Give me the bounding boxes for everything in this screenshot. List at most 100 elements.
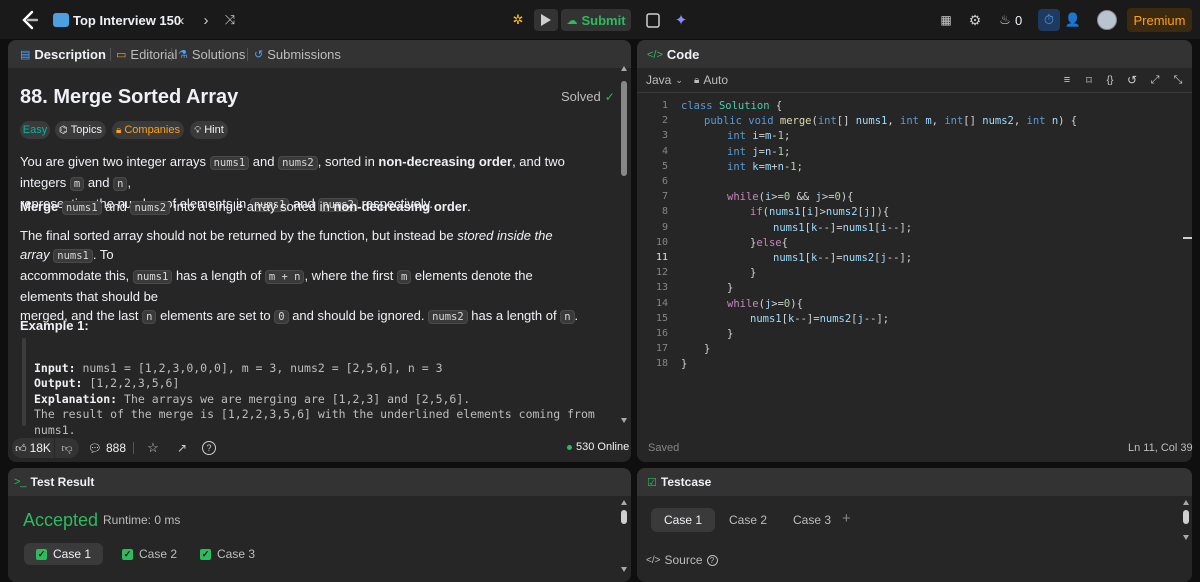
tab-solutions[interactable]: ⚗ Solutions (178, 47, 245, 62)
testcase-tab[interactable]: Case 3 (780, 508, 844, 532)
line-number: 12 (655, 267, 668, 279)
code-line[interactable]: } (704, 343, 710, 355)
problem-list-icon (53, 13, 69, 27)
comments-button[interactable]: 💬︎ 888 (88, 438, 126, 458)
code-line[interactable]: while(j>=0){ (727, 298, 803, 310)
testcase-tab[interactable]: Case 1 (651, 508, 716, 532)
debug-icon[interactable]: ✲ (507, 9, 529, 31)
expand-icon[interactable]: ⤡ (1171, 73, 1185, 87)
add-friend-icon[interactable]: 👤 (1064, 11, 1082, 29)
fullscreen-icon[interactable]: ⤢ (1148, 73, 1162, 87)
code-line[interactable]: } (750, 267, 756, 279)
avatar[interactable] (1097, 10, 1117, 30)
cursor-position: Ln 11, Col 39 (1128, 442, 1193, 454)
star-icon[interactable]: ☆ (145, 438, 161, 458)
code-line[interactable]: } (681, 358, 687, 370)
premium-button[interactable]: Premium (1127, 8, 1192, 32)
scroll-thumb[interactable] (1183, 510, 1189, 524)
description-scrollbar[interactable] (621, 66, 627, 423)
result-scrollbar[interactable] (621, 500, 627, 572)
code-line[interactable]: class Solution { (681, 100, 782, 112)
scroll-down-arrow[interactable] (621, 567, 627, 572)
code-line[interactable]: int j=n-1; (727, 146, 790, 158)
scroll-up-arrow[interactable] (621, 66, 627, 71)
tab-submissions[interactable]: ↺ Submissions (254, 47, 341, 62)
result-case-label: Case 3 (217, 547, 256, 561)
submit-button[interactable]: ☁ Submit (561, 9, 631, 31)
testcase-scrollbar[interactable] (1183, 500, 1189, 540)
tab-divider (171, 48, 172, 61)
scroll-up-arrow[interactable] (621, 500, 627, 505)
format-icon[interactable]: ≡ (1060, 73, 1074, 87)
code-line[interactable]: if(nums1[i]>nums2[j]){ (750, 206, 889, 218)
result-case-tab[interactable]: ✓ Case 3 (188, 543, 267, 565)
testcase-tab[interactable]: Case 2 (716, 508, 780, 532)
scroll-thumb[interactable] (621, 81, 627, 176)
leetcode-logo-icon[interactable] (20, 10, 40, 30)
ai-sparkle-icon[interactable]: ✦ (671, 10, 691, 30)
description-paragraph-2: Merge nums1 and nums2 into a single arra… (20, 199, 471, 215)
code-line[interactable]: nums1[k--]=nums2[j--]; (750, 313, 889, 325)
line-number: 17 (655, 343, 668, 355)
shuffle-icon[interactable]: ⤨ (222, 11, 238, 29)
difficulty-badge: Easy (20, 121, 50, 139)
scroll-down-arrow[interactable] (1183, 535, 1189, 540)
topics-button[interactable]: ⌬ Topics (55, 121, 106, 139)
add-case-button[interactable]: + (842, 510, 851, 527)
tag-icon: ⌬ (59, 124, 68, 136)
share-icon[interactable]: ↗ (174, 438, 190, 458)
test-result-tab[interactable]: >_ Test Result (14, 475, 94, 489)
line-number: 9 (661, 221, 668, 233)
check-circle-icon: ✓ (604, 89, 615, 104)
code-line[interactable]: public void merge(int[] nums1, int m, in… (704, 115, 1077, 127)
reset-icon[interactable]: ↺ (1125, 73, 1139, 87)
timer-icon[interactable]: ⏱ (1038, 9, 1060, 31)
mode-label: Auto (703, 73, 729, 87)
next-problem-icon[interactable]: › (199, 11, 213, 29)
prev-problem-icon[interactable]: ‹ (175, 11, 189, 29)
code-line[interactable]: } (727, 328, 733, 340)
code-line[interactable]: } (727, 282, 733, 294)
testcase-tab[interactable]: ☑ Testcase (647, 475, 711, 489)
result-case-tab[interactable]: ✓ Case 1 (24, 543, 104, 565)
hint-label: Hint (204, 124, 224, 136)
run-button[interactable] (534, 9, 558, 31)
code-line[interactable]: while(i>=0 && j>=0){ (727, 191, 854, 203)
code-toolbar-divider (637, 92, 1192, 93)
tab-description[interactable]: ▤ Description (20, 47, 106, 62)
hint-button[interactable]: 💡︎ Hint (190, 121, 228, 139)
layout-icon[interactable]: ▦ (937, 11, 955, 29)
autocomplete-mode[interactable]: 🔒︎ Auto (694, 73, 728, 87)
code-line[interactable]: nums1[k--]=nums1[i--]; (773, 222, 912, 234)
code-line[interactable]: }else{ (750, 237, 788, 249)
scroll-up-arrow[interactable] (1183, 500, 1189, 505)
help-icon[interactable]: ? (202, 441, 216, 455)
problem-list-title[interactable]: Top Interview 150 (73, 13, 181, 28)
like-button[interactable]: 👍︎ 18K (12, 438, 54, 458)
code-line[interactable]: int i=m-1; (727, 130, 790, 142)
notes-icon[interactable] (644, 10, 662, 30)
braces-icon[interactable]: {} (1102, 73, 1118, 87)
dislike-button[interactable]: 👎︎ (55, 438, 79, 458)
scroll-down-arrow[interactable] (621, 418, 627, 423)
source-toggle[interactable]: </> Source ? (646, 553, 718, 567)
streak-fire-icon[interactable]: ♨ (998, 11, 1012, 29)
description-icon: ▤ (20, 49, 31, 61)
bookmark-icon[interactable]: ⌑ (1082, 73, 1096, 87)
companies-button[interactable]: 🔒︎ Companies (112, 121, 184, 139)
result-case-tab[interactable]: ✓ Case 2 (110, 543, 189, 565)
line-number: 2 (661, 115, 668, 127)
code-scrollbar-mark (1183, 237, 1192, 239)
settings-gear-icon[interactable]: ⚙ (966, 11, 984, 29)
tab-editorial[interactable]: ▭ Editorial (116, 47, 177, 62)
example-title: Example 1: (20, 318, 89, 333)
history-icon: ↺ (254, 49, 264, 61)
scroll-thumb[interactable] (621, 510, 627, 524)
code-line[interactable]: nums1[k--]=nums2[j--]; (773, 252, 912, 264)
code-line[interactable]: int k=m+n-1; (727, 161, 803, 173)
testcase-label: Case 2 (729, 513, 768, 527)
footer-divider (133, 442, 134, 454)
topics-label: Topics (70, 124, 102, 136)
code-tab[interactable]: </> Code (647, 47, 699, 62)
language-select[interactable]: Java ⌄ (646, 73, 683, 87)
